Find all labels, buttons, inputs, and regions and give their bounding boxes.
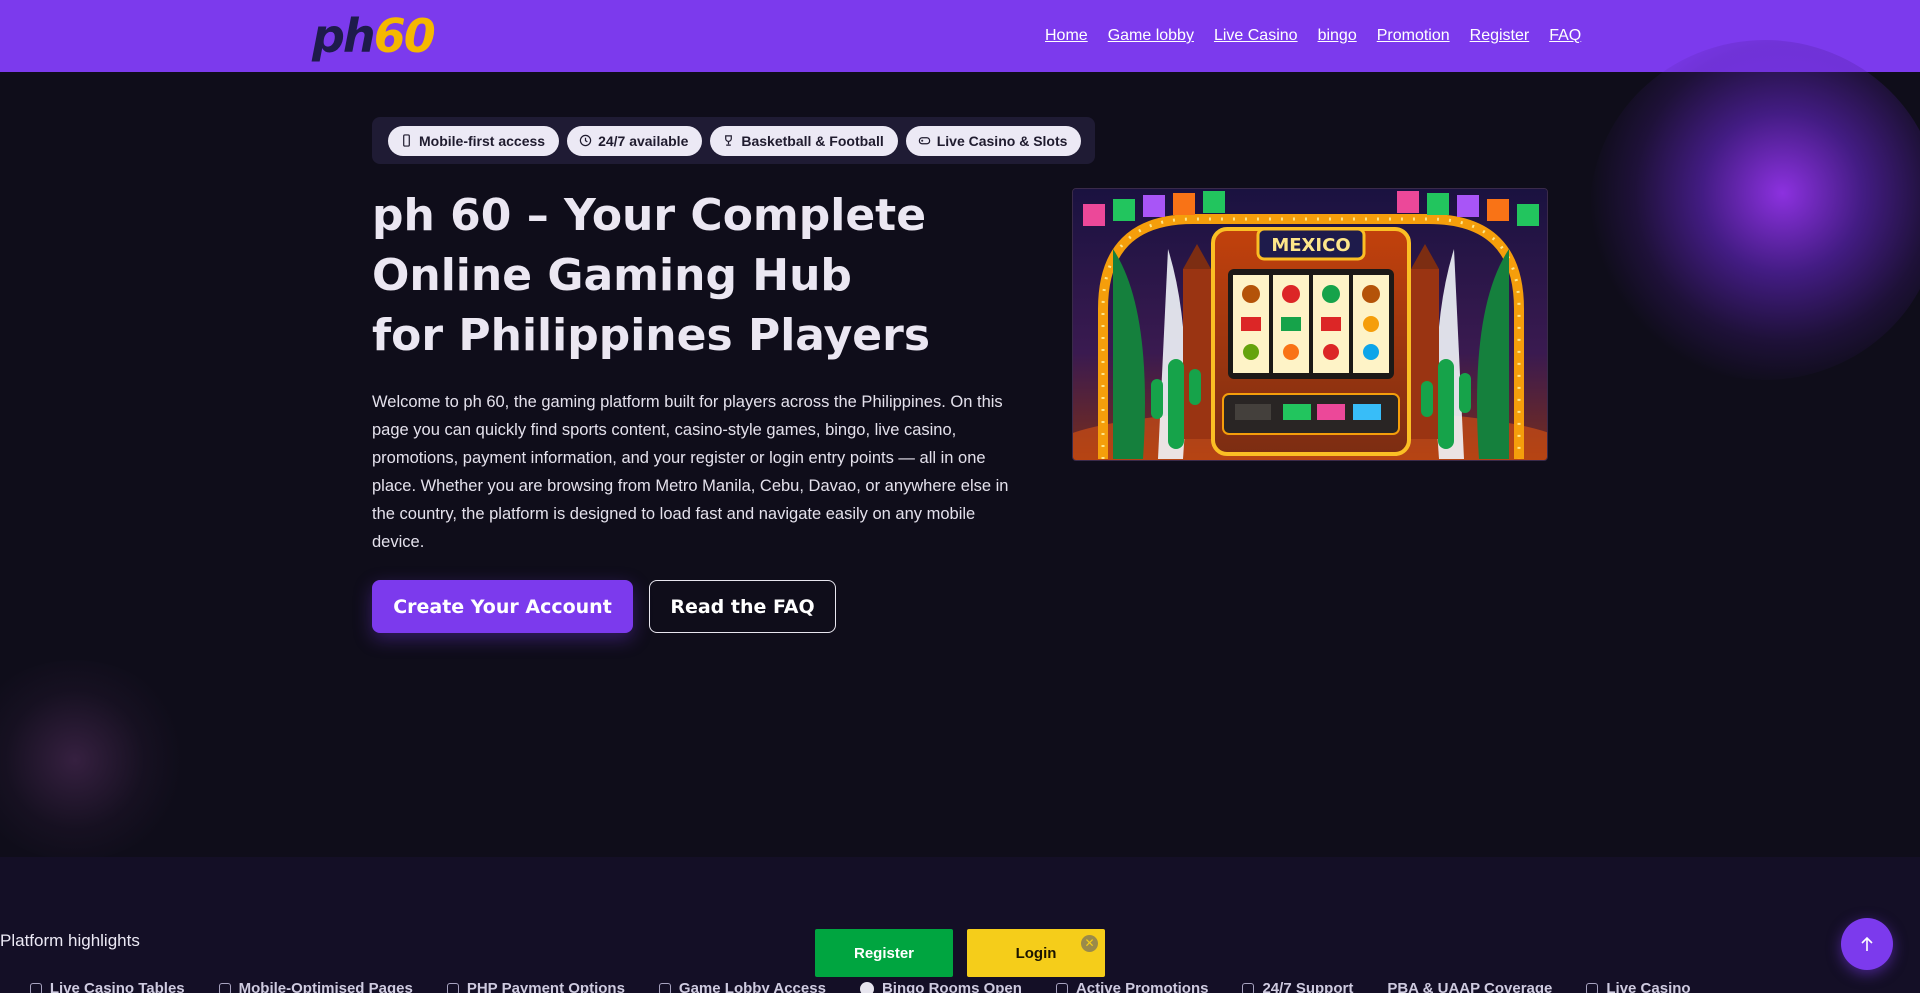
- read-faq-button[interactable]: Read the FAQ: [649, 580, 836, 633]
- ticker-item: Live Casino: [1586, 980, 1691, 993]
- highlights-section: [0, 857, 1920, 993]
- nav-faq[interactable]: FAQ: [1549, 26, 1581, 46]
- arrow-up-icon: [1861, 936, 1873, 951]
- highlights-ticker: age Live Casino Tables Mobile-Optimised …: [0, 980, 1691, 993]
- payment-icon: [446, 982, 459, 993]
- ticker-item: Active Promotions: [1055, 980, 1208, 993]
- site-logo[interactable]: ph60: [312, 12, 436, 60]
- gamepad-icon: [918, 137, 930, 145]
- nav-bingo[interactable]: bingo: [1318, 26, 1357, 46]
- chip-casino: Live Casino & Slots: [905, 125, 1082, 156]
- gamepad-icon: [1586, 982, 1599, 993]
- hero-title: ph 60 – Your Complete Online Gaming Hub …: [372, 190, 931, 361]
- hero-slot-machine-image: MEXICO: [1072, 188, 1548, 461]
- ticker-item: PHP Payment Options: [446, 980, 625, 993]
- ticker-item: PBA & UAAP Coverage: [1387, 980, 1553, 993]
- scroll-to-top-button[interactable]: [1841, 918, 1893, 970]
- chip-mobile: Mobile-first access: [388, 125, 560, 156]
- ticker-item: Bingo Rooms Open: [859, 980, 1022, 993]
- grid-icon: [658, 982, 671, 993]
- ticker-item: 24/7 Support: [1242, 980, 1353, 993]
- hero-description: Welcome to ph 60, the gaming platform bu…: [372, 393, 1009, 551]
- mobile-icon: [218, 982, 231, 993]
- main-nav: Home Game lobby Live Casino bingo Promot…: [1045, 26, 1581, 46]
- gift-icon: [1055, 982, 1068, 993]
- chip-sports: Basketball & Football: [710, 125, 898, 156]
- ticker-item: Game Lobby Access: [658, 980, 826, 993]
- bingo-ball-icon: [859, 981, 874, 993]
- clock-icon: [579, 134, 592, 147]
- image-sign-text: MEXICO: [1271, 235, 1350, 256]
- nav-promotion[interactable]: Promotion: [1377, 26, 1450, 46]
- headset-icon: [1242, 982, 1255, 993]
- casino-icon: [29, 982, 42, 993]
- chip-availability: 24/7 available: [567, 125, 703, 156]
- trophy-icon: [725, 135, 733, 146]
- nav-register[interactable]: Register: [1470, 26, 1530, 46]
- ticker-item: Live Casino Tables: [29, 980, 185, 993]
- create-account-button[interactable]: Create Your Account: [372, 580, 633, 633]
- decorative-glow: [1590, 40, 1920, 380]
- nav-live-casino[interactable]: Live Casino: [1214, 26, 1298, 46]
- floating-register-button[interactable]: Register: [815, 929, 953, 977]
- nav-game-lobby[interactable]: Game lobby: [1108, 26, 1194, 46]
- nav-home[interactable]: Home: [1045, 26, 1088, 46]
- site-header: ph60 Home Game lobby Live Casino bingo P…: [0, 0, 1920, 72]
- mobile-icon: [403, 134, 410, 147]
- highlights-title: Platform highlights: [0, 931, 140, 950]
- ticker-item: Mobile-Optimised Pages: [218, 980, 413, 993]
- decorative-glow: [0, 660, 190, 860]
- feature-chips: Mobile-first access 24/7 available Baske…: [372, 117, 1095, 164]
- close-icon[interactable]: ✕: [1081, 935, 1098, 952]
